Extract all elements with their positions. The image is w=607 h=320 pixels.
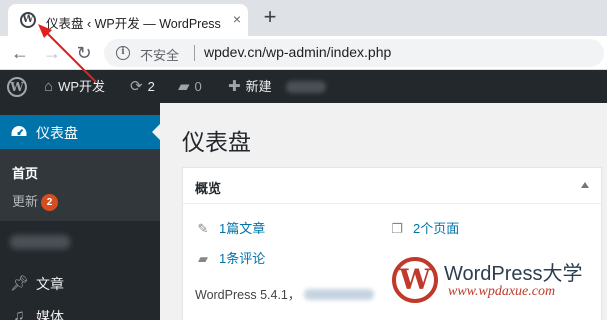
glance-posts-link[interactable]: ✎ 1篇文章 (195, 218, 266, 237)
wordpress-logo-icon[interactable]: W (7, 77, 27, 97)
refresh-icon: ⟳ (130, 78, 143, 95)
wordpress-logo-icon: W (392, 257, 438, 303)
page-title: 仪表盘 (182, 129, 251, 155)
media-icon: ♫ (13, 307, 25, 320)
sidebar-item-label: 文章 (36, 276, 64, 292)
glance-pages-label: 2个页面 (413, 221, 460, 236)
submenu-item-updates[interactable]: 更新 2 (12, 191, 59, 211)
wpdaxue-watermark: W WordPress大学 www.wpdaxue.com (392, 255, 604, 317)
info-icon[interactable]: i (116, 46, 130, 60)
wordpress-version-text: WordPress 5.4.1， (195, 284, 375, 303)
blurred-username (286, 81, 326, 93)
widget-header[interactable]: 概览 (183, 168, 601, 204)
new-label: 新建 (245, 79, 272, 94)
pin-icon: ✎ (197, 221, 209, 236)
tab-title: 仪表盘 ‹ WP开发 — WordPress (46, 17, 221, 31)
collapse-toggle-icon[interactable] (581, 182, 589, 188)
submenu-updates-label: 更新 (12, 194, 39, 209)
watermark-name: WordPress大学 (444, 263, 583, 285)
glance-comments-link[interactable]: ▰ 1条评论 (195, 248, 265, 267)
active-menu-pointer (152, 124, 160, 140)
home-icon: ⌂ (44, 78, 54, 95)
admin-bar-site-link[interactable]: ⌂ WP开发 (44, 70, 105, 103)
blurred-menu-item (10, 235, 70, 249)
url-text[interactable]: wpdev.cn/wp-admin/index.php (204, 44, 391, 60)
admin-bar-new[interactable]: ✚ 新建 (228, 70, 272, 103)
address-bar[interactable]: i 不安全 wpdev.cn/wp-admin/index.php (104, 39, 604, 67)
browser-tab[interactable]: W 仪表盘 ‹ WP开发 — WordPress × (8, 4, 248, 36)
glance-pages-link[interactable]: ❐ 2个页面 (389, 218, 459, 237)
sidebar-item-posts[interactable]: 📌︎ 文章 (0, 268, 160, 298)
admin-bar-comments[interactable]: ▰ 0 (178, 70, 202, 103)
dashboard-gauge-icon (11, 126, 27, 136)
wp-admin-bar: W ⌂ WP开发 ⟳ 2 ▰ 0 ✚ 新建 (0, 70, 607, 103)
blurred-theme-link (304, 289, 375, 300)
plus-icon: ✚ (228, 78, 241, 95)
dashboard-submenu: 首页 更新 2 (0, 149, 160, 221)
sidebar-item-label: 媒体 (36, 309, 64, 320)
admin-bar-updates[interactable]: ⟳ 2 (130, 70, 155, 103)
browser-tab-strip: W 仪表盘 ‹ WP开发 — WordPress × + (0, 0, 607, 36)
updates-count-badge: 2 (41, 194, 59, 211)
close-tab-icon[interactable]: × (228, 10, 246, 28)
browser-toolbar: ← → ↻ i 不安全 wpdev.cn/wp-admin/index.php (0, 36, 607, 70)
site-name: WP开发 (58, 79, 106, 94)
back-arrow-icon[interactable]: ← (8, 41, 32, 65)
sidebar-item-dashboard[interactable]: 仪表盘 (0, 115, 160, 149)
forward-arrow-icon[interactable]: → (40, 41, 64, 65)
glance-posts-label: 1篇文章 (219, 221, 266, 236)
pin-icon: 📌︎ (10, 275, 30, 292)
updates-count: 2 (147, 79, 155, 94)
sidebar-item-media[interactable]: ♫ 媒体 (0, 301, 160, 320)
new-tab-button[interactable]: + (258, 5, 282, 29)
wordpress-icon: W (20, 12, 36, 28)
comments-count: 0 (194, 79, 202, 94)
security-label[interactable]: 不安全 (140, 45, 179, 64)
pages-icon: ❐ (391, 221, 403, 236)
widget-title: 概览 (195, 181, 222, 196)
sidebar-item-label: 仪表盘 (36, 125, 78, 141)
admin-sidebar: 仪表盘 首页 更新 2 📌︎ 文章 ♫ 媒体 (0, 103, 160, 320)
reload-icon[interactable]: ↻ (72, 41, 96, 65)
watermark-url: www.wpdaxue.com (448, 284, 556, 299)
comment-icon: ▰ (198, 251, 208, 266)
comment-icon: ▰ (178, 78, 190, 95)
submenu-item-home[interactable]: 首页 (12, 163, 38, 182)
address-divider (194, 45, 195, 61)
version-label: WordPress 5.4.1， (195, 288, 301, 302)
glance-comments-label: 1条评论 (219, 251, 266, 266)
